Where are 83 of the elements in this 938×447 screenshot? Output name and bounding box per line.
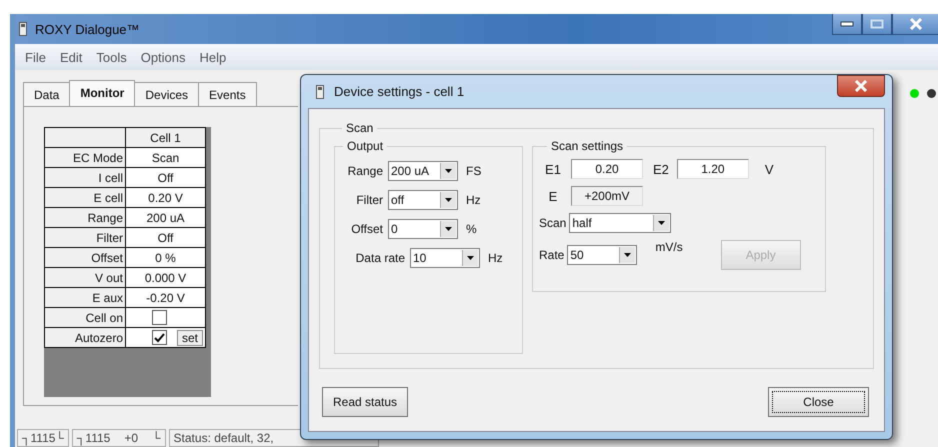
unit-label: FS [466, 164, 482, 178]
window-title: ROXY Dialogue™ [35, 22, 140, 36]
row-header: Cell on [44, 308, 126, 328]
dialog-title: Device settings - cell 1 [334, 84, 464, 99]
row-header: I cell [44, 168, 126, 188]
caret-icon [445, 198, 452, 202]
table-cell: 200 uA [126, 208, 206, 228]
field-label: E2 [653, 162, 669, 176]
status-text: +0 [124, 431, 138, 445]
row-header: E aux [44, 288, 126, 308]
field-label: Offset [350, 222, 383, 236]
dropdown[interactable]: half [569, 213, 672, 233]
row-header: Offset [44, 248, 126, 268]
row-header: Autozero [44, 328, 126, 348]
field-label: Scan [539, 216, 566, 230]
tab[interactable]: Data [23, 82, 70, 106]
status-text: └ [152, 431, 161, 445]
row-header: EC Mode [44, 148, 126, 168]
field-label: Filter [355, 193, 383, 207]
dropdown[interactable]: 200 uA [388, 161, 458, 181]
unit-label: % [466, 222, 477, 236]
table-cell: 0 % [126, 248, 206, 268]
tab[interactable]: Devices [134, 82, 200, 106]
column-header: Cell 1 [126, 128, 206, 148]
readout-field: +200mV [571, 186, 643, 206]
field-label: Range [346, 164, 383, 178]
dropdown[interactable]: 50 [567, 245, 638, 265]
table-cell: 0.20 V [126, 188, 206, 208]
status-text: Status: default, 32, [174, 431, 274, 445]
row-header: Range [44, 208, 126, 228]
field-label: Data rate [354, 251, 405, 265]
unit-label: Hz [488, 251, 503, 265]
unit-label: Hz [466, 193, 481, 207]
dropdown[interactable]: 10 [410, 248, 480, 268]
field-label: E [548, 188, 558, 204]
close-dialog-button[interactable]: Close [768, 387, 869, 417]
table-cell: 0.000 V [126, 268, 206, 288]
set-button[interactable]: set [177, 330, 204, 346]
minimize-button[interactable] [832, 14, 862, 35]
checkbox[interactable] [152, 310, 167, 326]
close-button[interactable] [892, 14, 938, 35]
unit-label: mV/s [655, 240, 683, 254]
dropdown[interactable]: off [388, 190, 458, 210]
table-cell: Off [126, 168, 206, 188]
caret-icon [658, 221, 666, 225]
group-title: Scan settings [550, 139, 624, 153]
caret-icon [445, 227, 452, 231]
menu-item[interactable]: Help [200, 50, 226, 64]
menu-item[interactable]: Tools [96, 50, 127, 64]
app-icon [19, 22, 27, 36]
row-header: Filter [44, 228, 126, 248]
group-title: Scan [345, 121, 374, 135]
status-text: ┐1115└ [22, 431, 64, 445]
table-cell: Off [126, 228, 206, 248]
table-cell: -0.20 V [126, 288, 206, 308]
dropdown[interactable]: 0 [388, 219, 458, 239]
caret-icon [467, 256, 474, 260]
group-title: Output [346, 139, 384, 153]
menu-item[interactable]: Options [140, 50, 186, 64]
menu-item[interactable]: File [25, 50, 46, 64]
input-field[interactable]: 0.20 [571, 159, 643, 179]
app-icon [316, 84, 324, 98]
field-label: E1 [544, 162, 562, 176]
tab[interactable]: Events [198, 82, 257, 106]
close-button[interactable] [837, 74, 885, 96]
checkbox[interactable] [152, 330, 167, 345]
close-icon [854, 80, 868, 92]
caret-icon [624, 253, 632, 257]
menu-item[interactable]: Edit [60, 50, 82, 64]
table-cell: Scan [126, 148, 206, 168]
close-icon [909, 18, 923, 30]
field-label: Rate [539, 248, 564, 262]
row-header: E cell [44, 188, 126, 208]
tab[interactable]: Monitor [69, 80, 136, 106]
status-text: ┐1115 [76, 431, 110, 445]
unit-label: V [764, 162, 774, 176]
maximize-icon [870, 19, 884, 29]
read-status-button[interactable]: Read status [322, 387, 408, 417]
minimize-icon [840, 21, 854, 27]
maximize-button[interactable] [862, 14, 892, 35]
caret-icon [445, 169, 452, 173]
input-field[interactable]: 1.20 [676, 159, 749, 179]
row-header: V out [44, 268, 126, 288]
